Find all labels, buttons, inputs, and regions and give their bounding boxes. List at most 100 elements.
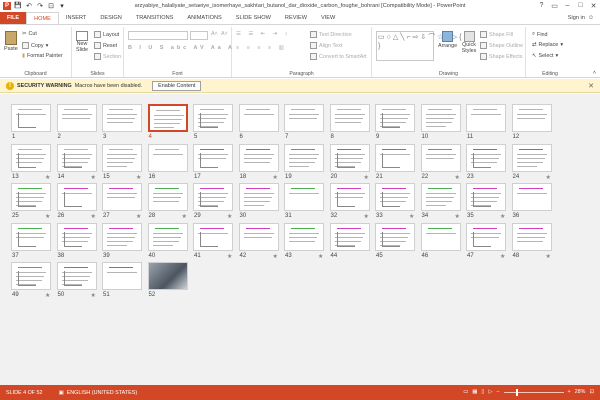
slide-thumbnail[interactable]: [56, 262, 97, 290]
collapse-ribbon-icon[interactable]: ˄: [593, 70, 596, 76]
maximize-button[interactable]: □: [574, 0, 587, 11]
slide-thumbnail[interactable]: [284, 104, 324, 132]
minimize-button[interactable]: –: [561, 0, 574, 11]
zoom-level[interactable]: 28%: [575, 389, 586, 395]
find-button[interactable]: ⌕ Find: [532, 31, 548, 38]
ribbon-display-icon[interactable]: ▭: [548, 0, 561, 11]
slide-thumbnail[interactable]: [420, 104, 461, 132]
slide-thumbnail[interactable]: [102, 143, 142, 172]
tab-animations[interactable]: ANIMATIONS: [180, 12, 228, 24]
animation-star-icon[interactable]: ★: [318, 253, 323, 260]
tab-insert[interactable]: INSERT: [59, 12, 93, 24]
animation-star-icon[interactable]: ★: [273, 174, 278, 181]
animation-star-icon[interactable]: ★: [364, 213, 369, 220]
normal-view-icon[interactable]: ▭: [463, 389, 468, 395]
slide-thumbnail[interactable]: [329, 143, 370, 172]
format-painter-button[interactable]: ▮ Format Painter: [22, 53, 63, 59]
slide-thumbnail[interactable]: [102, 222, 142, 251]
customize-qat-icon[interactable]: ▾: [58, 2, 66, 10]
shape-outline-button[interactable]: Shape Outline: [480, 42, 523, 49]
slide-thumbnail[interactable]: [193, 222, 233, 251]
slide-thumbnail[interactable]: [56, 222, 97, 251]
slide-thumbnail[interactable]: [11, 104, 51, 132]
slide-thumbnail[interactable]: [147, 262, 188, 290]
tab-design[interactable]: DESIGN: [93, 12, 128, 24]
zoom-slider-thumb[interactable]: [515, 388, 518, 396]
animation-star-icon[interactable]: ★: [182, 213, 187, 220]
slide-thumbnail[interactable]: [238, 104, 279, 132]
slide-thumbnail[interactable]: [511, 183, 552, 211]
slide-thumbnail[interactable]: [329, 183, 370, 211]
tab-view[interactable]: VIEW: [314, 12, 342, 24]
slide-thumbnail[interactable]: [238, 143, 279, 172]
animation-star-icon[interactable]: ★: [45, 213, 50, 220]
slide-thumbnail[interactable]: [147, 104, 188, 132]
undo-icon[interactable]: ↶: [25, 2, 33, 10]
slide-thumbnail[interactable]: [147, 143, 188, 172]
slide-thumbnail[interactable]: [466, 183, 506, 211]
slide-thumbnail[interactable]: [420, 183, 461, 211]
slide-thumbnail[interactable]: [11, 262, 51, 290]
shapes-gallery[interactable]: ▭○△╲⌐⇨⇩⌒☆╲▷{ }: [376, 31, 461, 61]
animation-star-icon[interactable]: ★: [546, 253, 551, 260]
grow-font-button[interactable]: A˄: [211, 31, 218, 37]
font-size-combo[interactable]: [190, 31, 208, 40]
slide-thumbnail[interactable]: [284, 143, 324, 172]
animation-star-icon[interactable]: ★: [227, 253, 232, 260]
shrink-font-button[interactable]: A˅: [221, 31, 228, 37]
shape-effects-button[interactable]: Shape Effects: [480, 53, 522, 60]
animation-star-icon[interactable]: ★: [546, 174, 551, 181]
language-indicator[interactable]: ▣ ENGLISH (UNITED STATES): [59, 390, 138, 396]
enable-content-button[interactable]: Enable Content: [152, 80, 202, 91]
slide-thumbnail[interactable]: [102, 104, 142, 132]
copy-button[interactable]: Copy ▾: [22, 42, 48, 49]
slide-thumbnail[interactable]: [238, 183, 279, 211]
save-icon[interactable]: 💾: [14, 2, 22, 10]
slide-thumbnail[interactable]: [193, 183, 233, 211]
animation-star-icon[interactable]: ★: [500, 253, 505, 260]
select-button[interactable]: ↖ Select ▾: [532, 53, 558, 59]
font-format-buttons[interactable]: B I U S abc AV Aa A: [128, 45, 235, 51]
slide-sorter-view-icon[interactable]: ▦: [472, 389, 477, 395]
slide-thumbnail[interactable]: [375, 143, 415, 172]
animation-star-icon[interactable]: ★: [136, 174, 141, 181]
slide-thumbnail[interactable]: [466, 143, 506, 172]
paste-button[interactable]: Paste: [4, 31, 18, 52]
slide-thumbnail[interactable]: [56, 183, 97, 211]
slide-thumbnail[interactable]: [11, 143, 51, 172]
slide-thumbnail[interactable]: [375, 222, 415, 251]
slide-thumbnail[interactable]: [466, 222, 506, 251]
animation-star-icon[interactable]: ★: [91, 213, 96, 220]
tab-transitions[interactable]: TRANSITIONS: [129, 12, 181, 24]
tab-review[interactable]: REVIEW: [278, 12, 314, 24]
section-button[interactable]: Section: [94, 53, 121, 60]
slide-thumbnail[interactable]: [11, 183, 51, 211]
close-icon[interactable]: ✕: [588, 82, 594, 90]
redo-icon[interactable]: ↷: [36, 2, 44, 10]
slide-thumbnail[interactable]: [284, 183, 324, 211]
present-icon[interactable]: ⊡: [47, 2, 55, 10]
slide-thumbnail[interactable]: [329, 222, 370, 251]
text-direction-button[interactable]: Text Direction: [310, 31, 352, 38]
animation-star-icon[interactable]: ★: [409, 213, 414, 220]
animation-star-icon[interactable]: ★: [455, 213, 460, 220]
animation-star-icon[interactable]: ★: [91, 292, 96, 299]
animation-star-icon[interactable]: ★: [45, 174, 50, 181]
slide-thumbnail[interactable]: [375, 104, 415, 132]
reset-button[interactable]: Reset: [94, 42, 117, 49]
list-buttons[interactable]: ☰ ☰ ⇤ ⇥ ↕: [236, 31, 290, 37]
animation-star-icon[interactable]: ★: [136, 213, 141, 220]
sign-in-link[interactable]: Sign in ☺: [568, 15, 594, 21]
tab-slide-show[interactable]: SLIDE SHOW: [229, 12, 278, 24]
shape-fill-button[interactable]: Shape Fill: [480, 31, 513, 38]
animation-star-icon[interactable]: ★: [455, 174, 460, 181]
slide-thumbnail[interactable]: [284, 222, 324, 251]
slide-thumbnail[interactable]: [329, 104, 370, 132]
slide-thumbnail[interactable]: [420, 222, 461, 251]
zoom-in-icon[interactable]: +: [568, 389, 571, 395]
close-button[interactable]: ✕: [587, 0, 600, 11]
slide-thumbnail[interactable]: [102, 183, 142, 211]
cut-button[interactable]: ✂ Cut: [22, 31, 37, 37]
new-slide-button[interactable]: New Slide: [74, 31, 90, 54]
slide-thumbnail[interactable]: [238, 222, 279, 251]
